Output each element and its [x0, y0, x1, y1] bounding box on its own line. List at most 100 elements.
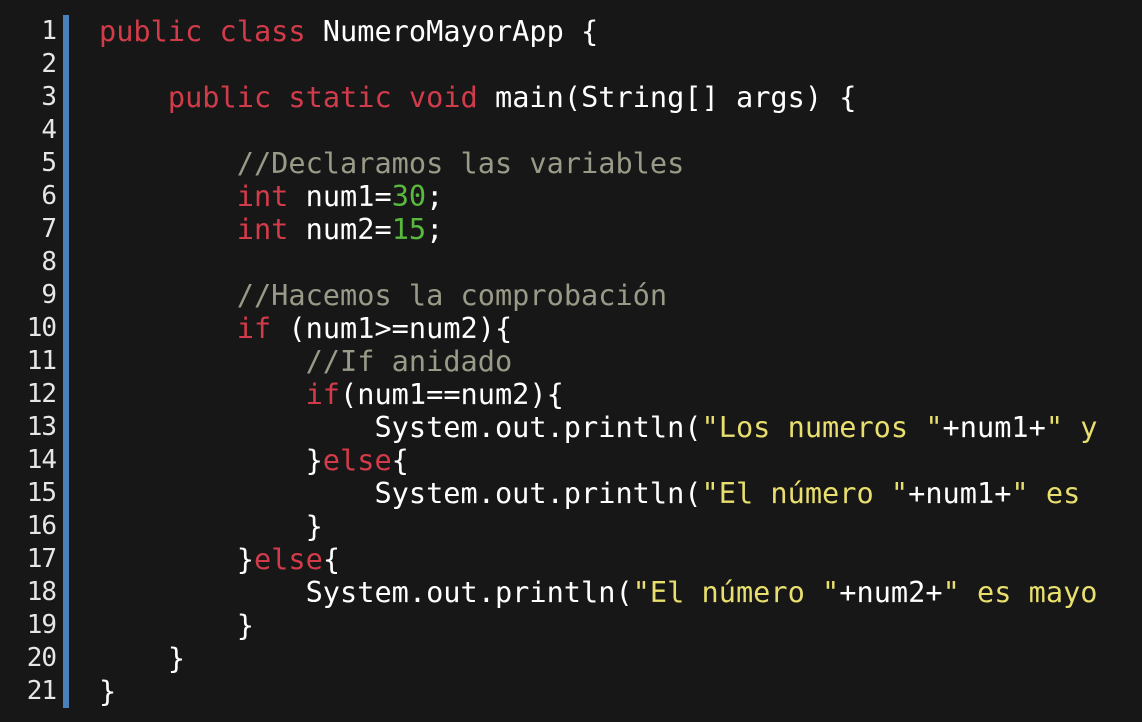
code-token: }: [99, 444, 323, 477]
code-token: ;: [426, 180, 444, 213]
string-token: "El número ": [632, 576, 840, 609]
line-number: 9: [41, 280, 57, 310]
code-token: num1=: [288, 180, 392, 213]
line-number: 13: [26, 412, 57, 442]
keyword-token: class: [219, 15, 306, 48]
code-line[interactable]: [99, 48, 1142, 81]
code-token: {: [322, 543, 341, 576]
line-number: 11: [26, 346, 57, 376]
line-number: 15: [26, 478, 57, 508]
keyword-token: public: [167, 81, 272, 114]
code-token: System.out.println(: [99, 477, 702, 510]
code-line[interactable]: }: [99, 642, 1142, 675]
line-number: 16: [26, 511, 57, 541]
code-line[interactable]: //Hacemos la comprobación: [99, 279, 1142, 312]
code-line[interactable]: [99, 246, 1142, 279]
code-line[interactable]: }: [99, 675, 1142, 708]
code-line[interactable]: if (num1>=num2){: [99, 312, 1142, 345]
code-token: (num1>=num2){: [271, 312, 513, 345]
line-number: 17: [26, 544, 57, 574]
line-number: 6: [41, 181, 57, 211]
line-number: 8: [41, 247, 57, 277]
line-number: 1: [41, 16, 57, 46]
string-token: "Los numeros ": [701, 411, 943, 444]
gutter-indicator-bar: [63, 15, 69, 708]
code-token: +num2+: [839, 576, 943, 609]
code-line[interactable]: System.out.println("El número "+num2+" e…: [99, 576, 1142, 609]
comment-token: //If anidado: [305, 345, 513, 378]
code-line[interactable]: [99, 114, 1142, 147]
code-line[interactable]: }else{: [99, 444, 1142, 477]
code-line[interactable]: //Declaramos las variables: [99, 147, 1142, 180]
line-number: 4: [41, 115, 57, 145]
code-token: {: [391, 444, 409, 477]
string-token: "El número ": [701, 477, 909, 510]
line-number: 18: [26, 577, 57, 607]
line-number: 14: [26, 445, 57, 475]
code-token: }: [99, 543, 254, 576]
code-line[interactable]: //If anidado: [99, 345, 1142, 378]
keyword-token: public: [99, 15, 203, 48]
string-token: " es: [1011, 477, 1081, 510]
code-area[interactable]: public class NumeroMayorApp { public sta…: [99, 15, 1142, 708]
code-token: (num1==num2){: [340, 378, 564, 411]
code-line[interactable]: int num2=15;: [99, 213, 1142, 246]
keyword-token: int: [236, 180, 289, 213]
code-line[interactable]: public static void main(String[] args) {: [99, 81, 1142, 114]
code-line[interactable]: }: [99, 609, 1142, 642]
line-number: 2: [41, 49, 57, 79]
string-token: " es mayo: [942, 576, 1098, 609]
code-token: NumeroMayorApp {: [305, 15, 599, 48]
keyword-token: void: [408, 81, 478, 114]
line-number: 20: [26, 643, 57, 673]
code-editor[interactable]: 1 2 3 4 5 6 7 8 9 10 11 12 13 14 15 16 17 18 19 20 21 public…: [0, 0, 1142, 722]
line-number: 12: [26, 379, 57, 409]
keyword-token: if: [236, 312, 272, 345]
code-line[interactable]: }else{: [99, 543, 1142, 576]
keyword-token: else: [322, 444, 392, 477]
line-number: 10: [26, 313, 57, 343]
line-number: 3: [41, 82, 57, 112]
line-number: 7: [41, 214, 57, 244]
line-number: 19: [26, 610, 57, 640]
string-token: " y: [1045, 411, 1098, 444]
keyword-token: else: [253, 543, 323, 576]
code-line[interactable]: public class NumeroMayorApp {: [99, 15, 1142, 48]
code-token: System.out.println(: [99, 576, 633, 609]
number-token: 15: [391, 213, 427, 246]
code-token: num2=: [288, 213, 392, 246]
number-token: 30: [391, 180, 427, 213]
code-token: ;: [426, 213, 444, 246]
comment-token: //Declaramos las variables: [236, 147, 685, 180]
code-line[interactable]: System.out.println("Los numeros "+num1+"…: [99, 411, 1142, 444]
code-token: }: [99, 642, 186, 675]
line-number: 21: [26, 676, 57, 706]
line-number: 5: [41, 148, 57, 178]
code-token: +num1+: [908, 477, 1012, 510]
code-token: main(String[] args) {: [477, 81, 857, 114]
code-token: System.out.println(: [99, 411, 702, 444]
code-token: }: [99, 675, 117, 708]
code-line[interactable]: System.out.println("El número "+num1+" e…: [99, 477, 1142, 510]
comment-token: //Hacemos la comprobación: [236, 279, 668, 312]
code-line[interactable]: if(num1==num2){: [99, 378, 1142, 411]
code-line[interactable]: }: [99, 510, 1142, 543]
code-token: }: [99, 510, 323, 543]
line-number-gutter: 1 2 3 4 5 6 7 8 9 10 11 12 13 14 15 16 17 18 19 20 21: [0, 15, 57, 708]
code-token: }: [99, 609, 254, 642]
keyword-token: if: [305, 378, 341, 411]
code-line[interactable]: int num1=30;: [99, 180, 1142, 213]
code-token: +num1+: [942, 411, 1046, 444]
keyword-token: int: [236, 213, 289, 246]
